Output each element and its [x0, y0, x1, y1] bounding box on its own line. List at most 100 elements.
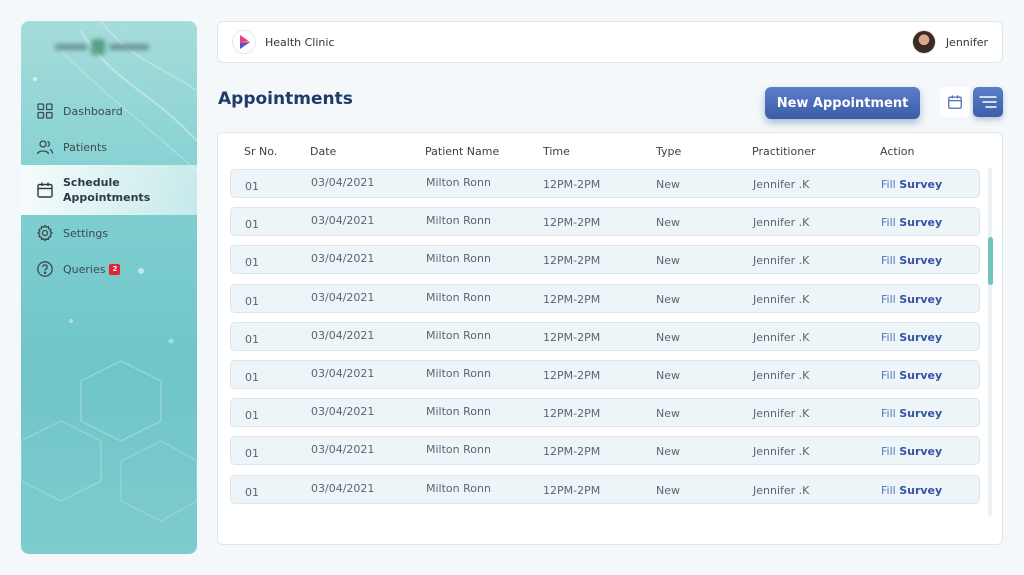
fill-survey-link-text: Fill [881, 483, 896, 497]
fill-survey-link[interactable]: Fill Survey [881, 484, 942, 497]
appointment-date: 03/04/2021 [311, 252, 375, 266]
sidebar: Dashboard Patients Schedule Appointments… [21, 21, 197, 554]
sidebar-item-queries[interactable]: Queries 2 [21, 251, 197, 287]
new-appointment-button[interactable]: New Appointment [765, 87, 920, 119]
appointments-table: Sr No. Date Patient Name Time Type Pract… [217, 132, 1003, 545]
users-icon [36, 140, 54, 155]
avatar [911, 30, 936, 54]
scrollbar-track[interactable] [988, 167, 992, 517]
appointment-time: 12PM-2PM [543, 178, 601, 191]
table-row[interactable]: 01 03/04/2021 Milton Ronn 12PM-2PM New Jennif… [230, 474, 980, 504]
fill-survey-link-text: Fill [881, 445, 896, 459]
fill-survey-link-text: Fill [881, 254, 896, 268]
fill-survey-link-text: Survey [899, 292, 943, 306]
appointment-type: New [656, 216, 680, 230]
list-view-button[interactable] [973, 87, 1003, 117]
appointment-date: 03/04/2021 [311, 176, 375, 189]
appointment-time: 12PM-2PM [543, 330, 601, 344]
table-header: Sr No. Date Patient Name Time Type Pract… [230, 145, 982, 163]
sr-number: 01 [245, 218, 259, 232]
sr-number: 01 [245, 294, 259, 308]
sidebar-item-label: Settings [63, 226, 109, 240]
fill-survey-link-text: Survey [899, 330, 943, 344]
table-row[interactable]: 01 03/04/2021 Milton Ronn 12PM-2PM New Jennif… [230, 359, 980, 389]
user-menu[interactable]: Jennifer [911, 30, 988, 54]
patient-name: Milton Ronn [426, 481, 491, 495]
appointment-date: 03/04/2021 [311, 366, 375, 380]
sidebar-item-patients[interactable]: Patients [21, 129, 197, 165]
appointment-time: 12PM-2PM [543, 407, 601, 421]
column-header: Practitioner [752, 145, 816, 158]
app-name: Health Clinic [265, 35, 335, 49]
table-row[interactable]: 01 03/04/2021 Milton Ronn 12PM-2PM New Jennif… [230, 283, 980, 313]
appointment-type: New [656, 178, 680, 191]
fill-survey-link-text: Survey [899, 216, 943, 230]
appointment-date: 03/04/2021 [311, 405, 375, 419]
fill-survey-link-text: Fill [881, 178, 896, 191]
fill-survey-link-text: Fill [881, 330, 896, 344]
gear-icon [37, 224, 53, 242]
clinic-logo-icon [232, 30, 256, 54]
fill-survey-link[interactable]: Fill Survey [881, 331, 942, 344]
column-header: Action [880, 145, 915, 158]
appointment-date: 03/04/2021 [311, 328, 375, 342]
sidebar-item-label: Queries [63, 262, 106, 276]
sr-number: 01 [245, 332, 259, 346]
sidebar-item-label: Schedule Appointments [63, 176, 151, 204]
sidebar-item-dashboard[interactable]: Dashboard [21, 93, 197, 129]
fill-survey-link[interactable]: Fill Survey [881, 216, 942, 229]
fill-survey-link-text: Fill [881, 292, 896, 306]
fill-survey-link-text: Fill [881, 216, 896, 230]
fill-survey-link[interactable]: Fill Survey [881, 178, 942, 191]
patient-name: Milton Ronn [426, 176, 491, 189]
fill-survey-link[interactable]: Fill Survey [881, 254, 942, 267]
patient-name: Milton Ronn [426, 443, 491, 457]
fill-survey-link[interactable]: Fill Survey [881, 445, 942, 458]
appointment-type: New [656, 483, 680, 497]
appointment-type: New [656, 330, 680, 344]
appointment-time: 12PM-2PM [543, 292, 601, 306]
sidebar-nav: Dashboard Patients Schedule Appointments… [21, 93, 197, 287]
table-row[interactable]: 01 03/04/2021 Milton Ronn 12PM-2PM New Jennif… [230, 436, 980, 466]
scrollbar-thumb[interactable] [988, 237, 993, 285]
table-row[interactable]: 01 03/04/2021 Milton Ronn 12PM-2PM New Jennif… [230, 169, 980, 198]
practitioner-name: Jennifer .K [753, 483, 810, 497]
sidebar-item-schedule-appointments[interactable]: Schedule Appointments [21, 165, 197, 215]
sidebar-item-settings[interactable]: Settings [21, 215, 197, 251]
table-row[interactable]: 01 03/04/2021 Milton Ronn 12PM-2PM New Jennif… [230, 245, 980, 275]
fill-survey-link[interactable]: Fill Survey [881, 407, 942, 420]
calendar-icon [37, 182, 53, 198]
logo [55, 35, 165, 59]
table-row[interactable]: 01 03/04/2021 Milton Ronn 12PM-2PM New Jennif… [230, 398, 980, 428]
appointment-type: New [656, 292, 680, 306]
appointment-time: 12PM-2PM [543, 483, 601, 497]
column-header: Date [310, 145, 337, 158]
appointment-date: 03/04/2021 [311, 481, 375, 495]
sidebar-item-label: Patients [63, 140, 108, 154]
fill-survey-link-text: Survey [899, 445, 943, 459]
appointment-type: New [656, 445, 680, 459]
column-header: Sr No. [244, 145, 278, 158]
user-name: Jennifer [945, 35, 988, 49]
fill-survey-link[interactable]: Fill Survey [881, 293, 942, 306]
sr-number: 01 [245, 447, 259, 461]
sr-number: 01 [245, 485, 259, 499]
patient-name: Milton Ronn [426, 366, 491, 380]
appointment-time: 12PM-2PM [543, 254, 601, 268]
calendar-view-button[interactable] [940, 87, 970, 117]
table-row[interactable]: 01 03/04/2021 Milton Ronn 12PM-2PM New Jennif… [230, 321, 980, 351]
fill-survey-link-text: Survey [899, 368, 943, 382]
appointment-time: 12PM-2PM [543, 445, 601, 459]
fill-survey-link[interactable]: Fill Survey [881, 369, 942, 382]
sr-number: 01 [245, 409, 259, 423]
patient-name: Milton Ronn [426, 328, 491, 342]
sr-number: 01 [245, 256, 259, 270]
practitioner-name: Jennifer .K [753, 216, 810, 230]
top-bar: Health Clinic Jennifer [217, 21, 1003, 63]
practitioner-name: Jennifer .K [753, 178, 810, 191]
practitioner-name: Jennifer .K [753, 445, 810, 459]
sr-number: 01 [245, 370, 259, 384]
table-row[interactable]: 01 03/04/2021 Milton Ronn 12PM-2PM New Jennif… [230, 207, 980, 237]
grid-icon [37, 103, 53, 119]
appointment-time: 12PM-2PM [543, 216, 601, 230]
